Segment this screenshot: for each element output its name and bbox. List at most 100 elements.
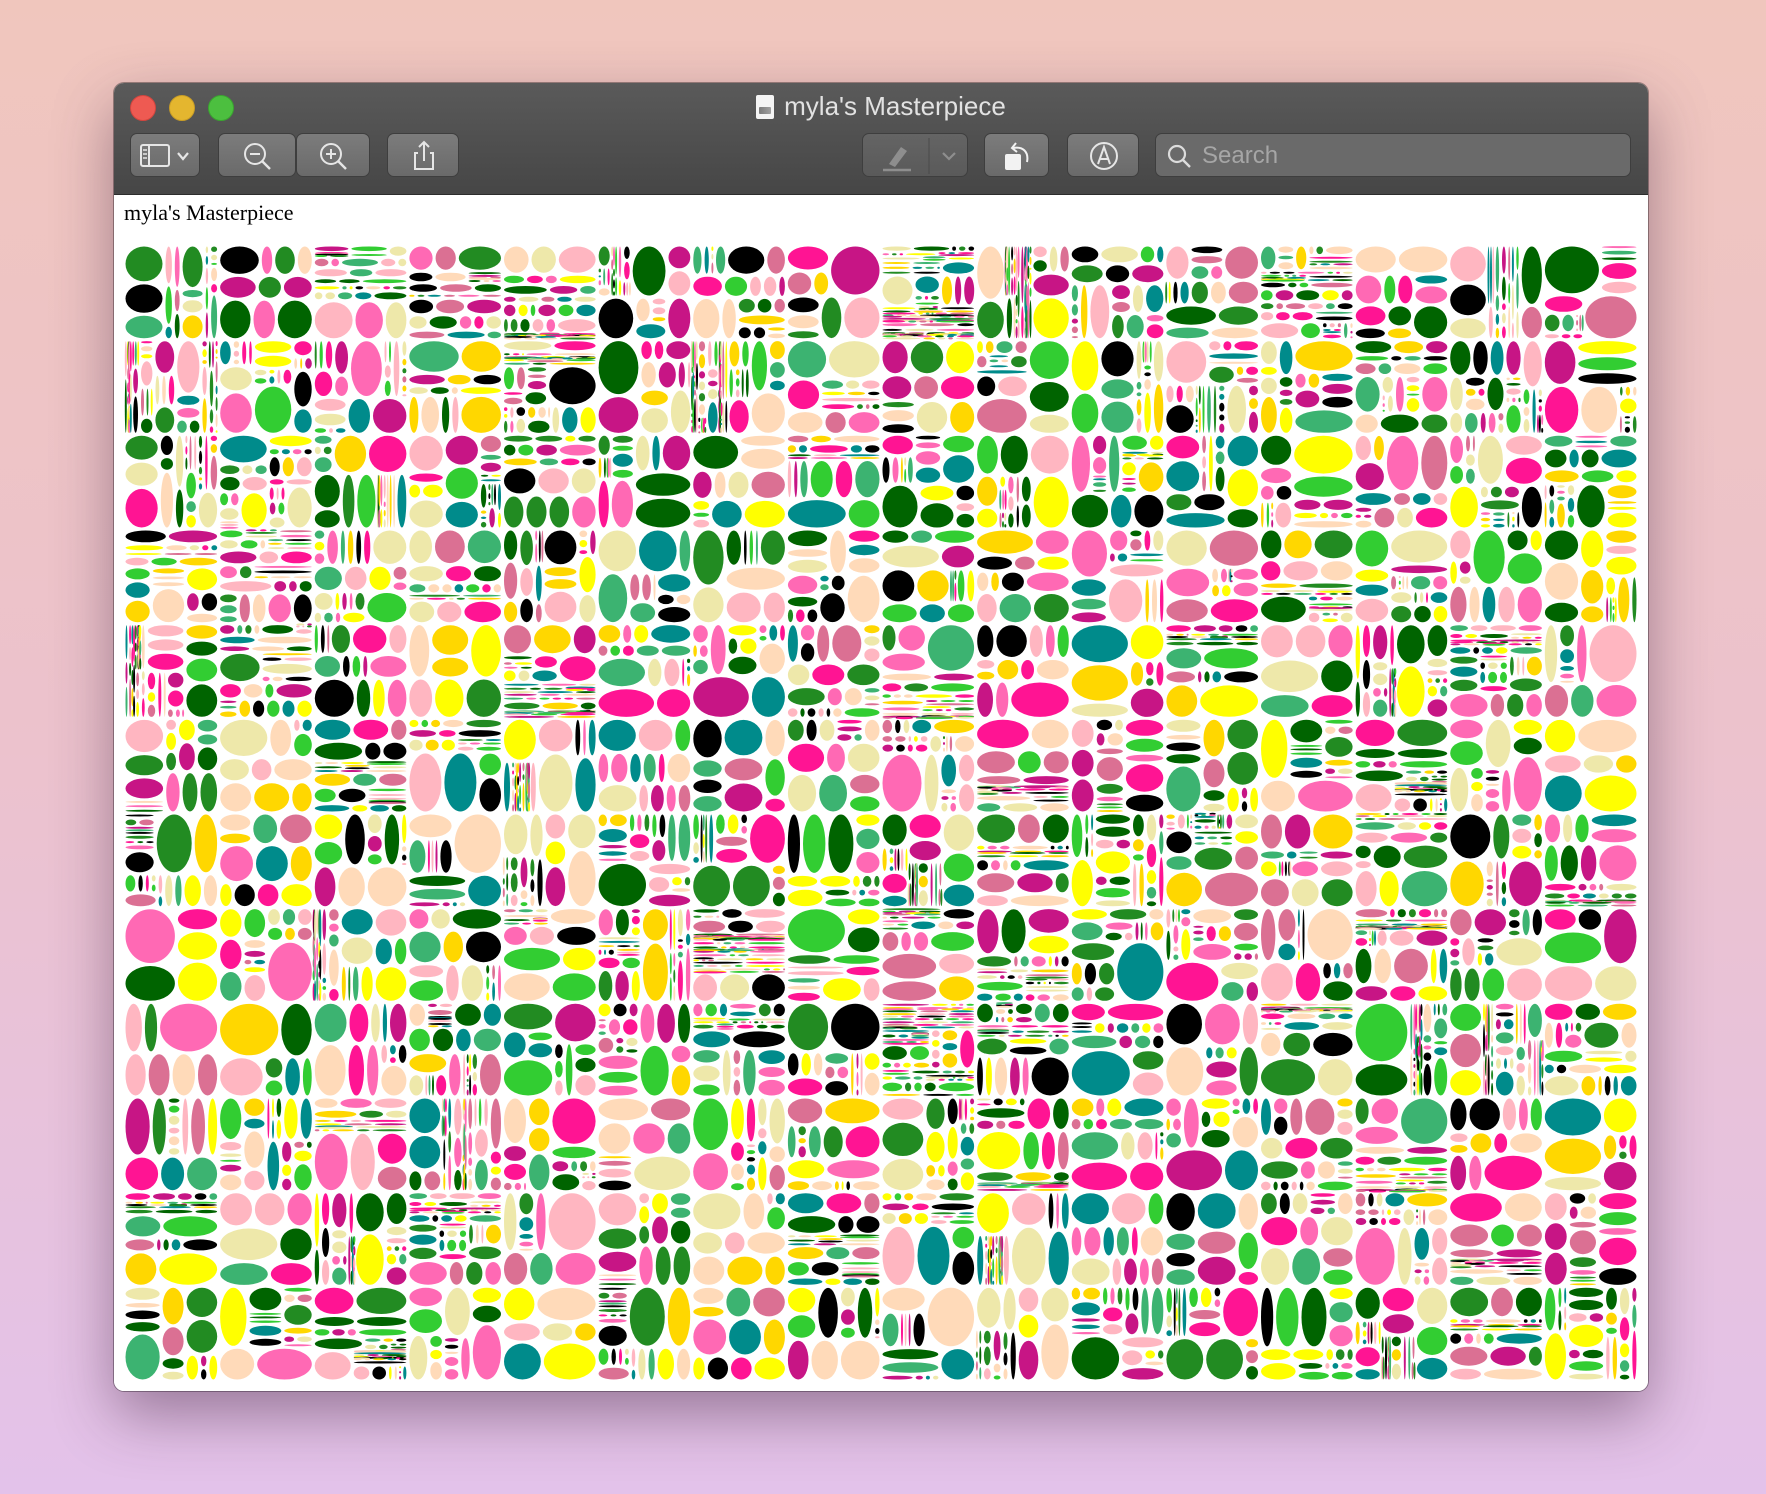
artwork-ellipse	[1506, 405, 1521, 433]
artwork-ellipse	[409, 1207, 448, 1210]
zoom-in-button[interactable]	[296, 133, 370, 177]
artwork-ellipse	[1134, 494, 1164, 528]
artwork-ellipse	[1537, 414, 1539, 433]
artwork-ellipse	[708, 402, 718, 433]
artwork-ellipse	[920, 503, 954, 528]
artwork-ellipse	[269, 517, 285, 528]
artwork-ellipse	[168, 1115, 180, 1125]
artwork-ellipse	[687, 362, 691, 388]
artwork-ellipse	[827, 688, 842, 706]
artwork-ellipse	[202, 360, 207, 364]
artwork-ellipse	[1322, 290, 1339, 301]
artwork-ellipse	[276, 487, 279, 500]
artwork-ellipse	[1509, 861, 1542, 907]
artwork-ellipse	[1195, 429, 1198, 433]
artwork-ellipse	[1144, 341, 1147, 363]
artwork-ellipse	[215, 397, 218, 411]
artwork-ellipse	[882, 707, 920, 711]
artwork-ellipse	[504, 367, 514, 390]
artwork-ellipse	[931, 296, 939, 300]
artwork-ellipse	[504, 414, 508, 418]
artwork-ellipse	[558, 304, 574, 317]
artwork-ellipse	[1291, 879, 1319, 907]
artwork-ellipse	[520, 568, 533, 596]
sidebar-button[interactable]	[130, 133, 200, 177]
artwork-ellipse	[882, 424, 914, 433]
artwork-ellipse	[539, 693, 560, 696]
artwork-ellipse	[1071, 494, 1108, 528]
artwork-ellipse	[977, 660, 995, 669]
zoom-out-button[interactable]	[218, 133, 296, 177]
artwork-ellipse	[1534, 833, 1542, 848]
artwork-ellipse	[722, 402, 725, 433]
artwork-ellipse	[738, 315, 785, 325]
share-button[interactable]	[387, 133, 459, 177]
artwork-ellipse	[182, 315, 203, 339]
artwork-ellipse	[758, 1141, 767, 1155]
artwork-ellipse	[409, 1234, 437, 1245]
artwork-ellipse	[274, 759, 312, 781]
artwork-ellipse	[498, 965, 501, 1001]
artwork-ellipse	[1370, 1321, 1373, 1345]
artwork-ellipse	[822, 398, 880, 402]
artwork-ellipse	[1544, 334, 1559, 339]
artwork-ellipse	[1109, 876, 1130, 885]
markup-button[interactable]	[1067, 133, 1139, 177]
artwork-ellipse	[1093, 478, 1107, 481]
artwork-ellipse	[1056, 1193, 1059, 1229]
highlight-button[interactable]	[862, 133, 968, 177]
artwork-ellipse	[983, 1330, 991, 1344]
artwork-ellipse	[1293, 592, 1312, 595]
search-input[interactable]	[1200, 140, 1624, 172]
artwork-ellipse	[1001, 1235, 1004, 1253]
artwork-ellipse	[409, 909, 429, 929]
artwork-ellipse	[281, 449, 290, 455]
artwork-ellipse	[811, 1340, 838, 1380]
artwork-ellipse	[220, 276, 256, 298]
artwork-ellipse	[402, 341, 407, 356]
artwork-ellipse	[1146, 324, 1164, 339]
artwork-ellipse	[1355, 948, 1372, 984]
artwork-ellipse	[957, 323, 975, 327]
artwork-ellipse	[520, 319, 530, 332]
artwork-ellipse	[1045, 625, 1055, 657]
artwork-ellipse	[911, 530, 932, 543]
artwork-ellipse	[964, 276, 975, 305]
rotate-button[interactable]	[984, 133, 1049, 177]
artwork-ellipse	[787, 1126, 796, 1158]
artwork-ellipse	[1071, 336, 1078, 339]
artwork-ellipse	[423, 484, 443, 498]
search-field[interactable]	[1155, 133, 1631, 177]
artwork-ellipse	[733, 1067, 741, 1077]
artwork-ellipse	[903, 719, 910, 734]
artwork-ellipse	[314, 302, 353, 339]
artwork-ellipse	[1480, 686, 1507, 692]
artwork-ellipse	[598, 530, 636, 572]
artwork-ellipse	[1601, 257, 1637, 260]
artwork-ellipse	[939, 976, 975, 1001]
artwork-ellipse	[529, 1128, 550, 1152]
artwork-ellipse	[1042, 814, 1069, 843]
artwork-ellipse	[611, 1348, 616, 1365]
artwork-ellipse	[466, 1084, 469, 1087]
artwork-ellipse	[459, 1230, 467, 1237]
artwork-ellipse	[386, 1193, 407, 1224]
artwork-ellipse	[1368, 1193, 1374, 1207]
artwork-ellipse	[1322, 618, 1338, 623]
artwork-ellipse	[1581, 449, 1599, 468]
artwork-ellipse	[938, 1082, 975, 1092]
artwork-ellipse	[1145, 579, 1149, 623]
artwork-ellipse	[1604, 1076, 1611, 1096]
artwork-ellipse	[1506, 1269, 1521, 1272]
artwork-ellipse	[460, 387, 501, 394]
artwork-ellipse	[520, 530, 533, 566]
artwork-ellipse	[389, 625, 407, 653]
artwork-ellipse	[1201, 1111, 1211, 1127]
artwork-ellipse	[580, 407, 596, 433]
artwork-ellipse	[474, 284, 501, 292]
artwork-ellipse	[319, 982, 322, 1001]
artwork-ellipse	[1053, 1098, 1069, 1129]
artwork-ellipse	[442, 396, 450, 433]
artwork-ellipse	[252, 646, 284, 651]
artwork-ellipse	[1506, 377, 1510, 380]
